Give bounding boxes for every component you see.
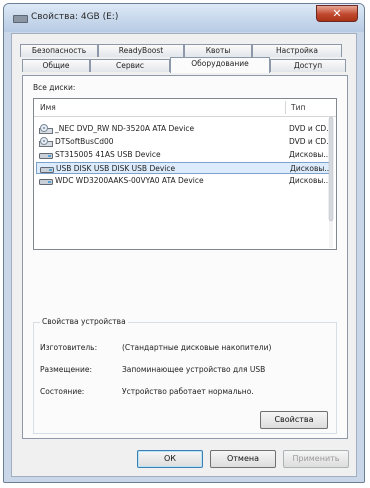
manufacturer-label: Изготовитель: <box>40 343 98 352</box>
group-title: Свойства устройства <box>40 317 128 326</box>
device-type: DVD и CD... <box>289 137 334 146</box>
disk-drive-icon <box>39 179 53 185</box>
scrollbar[interactable] <box>328 117 334 248</box>
location-label: Размещение: <box>40 365 92 374</box>
tab-hardware[interactable]: Оборудование <box>170 57 270 73</box>
device-properties-group: Свойства устройства Изготовитель: (Станд… <box>33 317 337 434</box>
device-type: DVD и CD... <box>289 124 334 133</box>
device-row[interactable]: WDC WD3200AAKS-00VYA0 ATA Device Дисковы… <box>36 175 332 187</box>
disk-drive-icon <box>39 153 53 159</box>
properties-window: Свойства: 4GB (E:) ✕ Безопасность ReadyB… <box>3 3 365 483</box>
cancel-button[interactable]: Отмена <box>210 450 276 468</box>
disk-drive-icon <box>40 167 54 173</box>
drive-icon <box>13 15 28 23</box>
location-value: Запоминающее устройство для USB <box>122 365 266 374</box>
column-separator[interactable] <box>285 101 286 114</box>
device-properties-button[interactable]: Свойства <box>260 411 328 429</box>
tab-customize[interactable]: Настройка <box>252 44 342 57</box>
close-button[interactable]: ✕ <box>316 5 358 22</box>
tab-quotas[interactable]: Квоты <box>184 44 252 57</box>
list-header: Имя Тип <box>34 99 336 117</box>
device-name: WDC WD3200AAKS-00VYA0 ATA Device <box>55 176 204 185</box>
column-name[interactable]: Имя <box>40 103 56 112</box>
device-name: USB DISK USB DISK USB Device <box>56 164 176 173</box>
device-name: _NEC DVD_RW ND-3520A ATA Device <box>55 124 195 133</box>
device-type: Дисковы... <box>290 164 332 173</box>
tab-tools[interactable]: Сервис <box>90 59 170 72</box>
column-type[interactable]: Тип <box>291 103 305 112</box>
apply-button[interactable]: Применить <box>283 450 349 468</box>
hardware-tab-panel: Все диски: Имя Тип _NEC DVD_RW ND-3520A … <box>22 75 348 439</box>
device-type: Дисковы... <box>289 150 331 159</box>
all-disks-label: Все диски: <box>33 83 76 92</box>
dialog-body: Безопасность ReadyBoost Квоты Настройка … <box>11 33 357 477</box>
device-row[interactable]: DTSoftBusCd00 DVD и CD... <box>36 136 334 148</box>
status-value: Устройство работает нормально. <box>122 387 254 396</box>
ok-button[interactable]: ОК <box>137 450 203 468</box>
device-row-selected[interactable]: USB DISK USB DISK USB Device Дисковы... <box>36 162 332 174</box>
window-title: Свойства: 4GB (E:) <box>31 12 119 22</box>
device-name: ST315005 41AS USB Device <box>55 150 161 159</box>
cd-drive-icon <box>39 124 53 134</box>
cd-drive-icon <box>39 137 53 147</box>
device-list[interactable]: Имя Тип _NEC DVD_RW ND-3520A ATA Device … <box>33 98 337 250</box>
title-bar[interactable]: Свойства: 4GB (E:) ✕ <box>4 4 364 32</box>
device-name: DTSoftBusCd00 <box>55 137 114 146</box>
device-type: Дисковы... <box>289 176 331 185</box>
tab-general[interactable]: Общие <box>22 59 90 72</box>
tab-readyboost[interactable]: ReadyBoost <box>98 44 184 57</box>
device-row[interactable]: _NEC DVD_RW ND-3520A ATA Device DVD и CD… <box>36 123 334 135</box>
tab-security[interactable]: Безопасность <box>20 44 98 57</box>
tab-sharing[interactable]: Доступ <box>270 59 346 72</box>
status-label: Состояние: <box>40 387 85 396</box>
device-row[interactable]: ST315005 41AS USB Device Дисковы... <box>36 149 332 161</box>
manufacturer-value: (Стандартные дисковые накопители) <box>122 343 272 352</box>
